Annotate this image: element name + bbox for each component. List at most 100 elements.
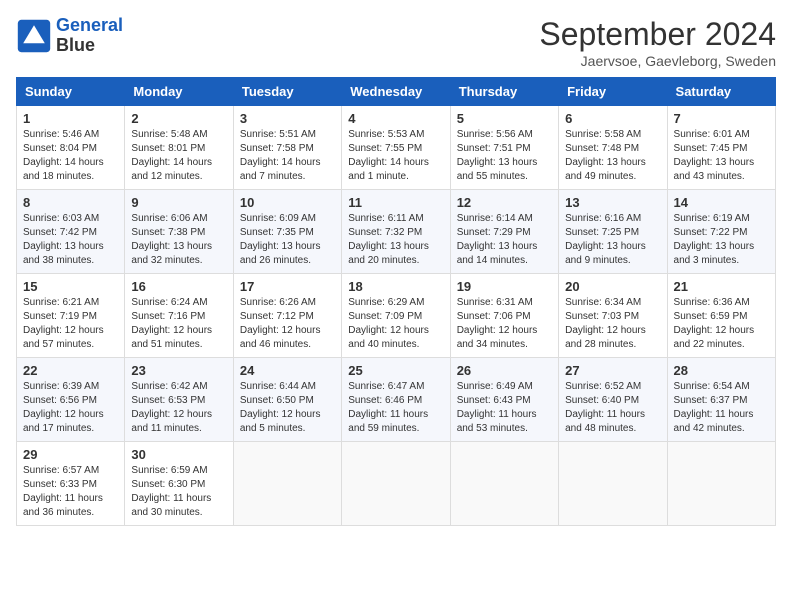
- calendar-cell: 27 Sunrise: 6:52 AM Sunset: 6:40 PM Dayli…: [559, 358, 667, 442]
- calendar-cell: 30 Sunrise: 6:59 AM Sunset: 6:30 PM Dayli…: [125, 442, 233, 526]
- calendar-cell: 22 Sunrise: 6:39 AM Sunset: 6:56 PM Dayli…: [17, 358, 125, 442]
- day-info: Sunrise: 6:49 AM Sunset: 6:43 PM Dayligh…: [457, 380, 552, 436]
- weekday-header: Monday: [125, 78, 233, 106]
- day-info: Sunrise: 6:42 AM Sunset: 6:53 PM Dayligh…: [131, 380, 226, 436]
- calendar-cell: 20 Sunrise: 6:34 AM Sunset: 7:03 PM Dayli…: [559, 274, 667, 358]
- calendar-cell: 21 Sunrise: 6:36 AM Sunset: 6:59 PM Dayli…: [667, 274, 775, 358]
- day-info: Sunrise: 6:26 AM Sunset: 7:12 PM Dayligh…: [240, 296, 335, 352]
- weekday-header: Saturday: [667, 78, 775, 106]
- day-number: 20: [565, 279, 660, 294]
- day-number: 13: [565, 195, 660, 210]
- day-info: Sunrise: 5:48 AM Sunset: 8:01 PM Dayligh…: [131, 128, 226, 184]
- day-number: 26: [457, 363, 552, 378]
- day-info: Sunrise: 5:58 AM Sunset: 7:48 PM Dayligh…: [565, 128, 660, 184]
- day-number: 6: [565, 111, 660, 126]
- calendar-cell: 10 Sunrise: 6:09 AM Sunset: 7:35 PM Dayli…: [233, 190, 341, 274]
- weekday-header: Thursday: [450, 78, 558, 106]
- calendar-cell: 7 Sunrise: 6:01 AM Sunset: 7:45 PM Daylig…: [667, 106, 775, 190]
- day-number: 3: [240, 111, 335, 126]
- day-info: Sunrise: 6:14 AM Sunset: 7:29 PM Dayligh…: [457, 212, 552, 268]
- day-info: Sunrise: 5:46 AM Sunset: 8:04 PM Dayligh…: [23, 128, 118, 184]
- calendar-cell: 14 Sunrise: 6:19 AM Sunset: 7:22 PM Dayli…: [667, 190, 775, 274]
- day-number: 14: [674, 195, 769, 210]
- day-number: 28: [674, 363, 769, 378]
- day-number: 7: [674, 111, 769, 126]
- day-info: Sunrise: 6:11 AM Sunset: 7:32 PM Dayligh…: [348, 212, 443, 268]
- day-number: 1: [23, 111, 118, 126]
- day-number: 10: [240, 195, 335, 210]
- day-info: Sunrise: 5:51 AM Sunset: 7:58 PM Dayligh…: [240, 128, 335, 184]
- day-number: 2: [131, 111, 226, 126]
- day-info: Sunrise: 6:47 AM Sunset: 6:46 PM Dayligh…: [348, 380, 443, 436]
- page-header: General Blue September 2024 Jaervsoe, Ga…: [16, 16, 776, 69]
- day-number: 21: [674, 279, 769, 294]
- calendar-cell: 9Sunrise: 6:06 AM Sunset: 7:38 PM Daylig…: [125, 190, 233, 274]
- calendar-cell: [450, 442, 558, 526]
- day-info: Sunrise: 6:39 AM Sunset: 6:56 PM Dayligh…: [23, 380, 118, 436]
- calendar-cell: 12 Sunrise: 6:14 AM Sunset: 7:29 PM Dayli…: [450, 190, 558, 274]
- calendar-cell: 24 Sunrise: 6:44 AM Sunset: 6:50 PM Dayli…: [233, 358, 341, 442]
- day-info: Sunrise: 6:24 AM Sunset: 7:16 PM Dayligh…: [131, 296, 226, 352]
- day-info: Sunrise: 6:57 AM Sunset: 6:33 PM Dayligh…: [23, 464, 118, 520]
- day-number: 5: [457, 111, 552, 126]
- calendar-cell: 5 Sunrise: 5:56 AM Sunset: 7:51 PM Daylig…: [450, 106, 558, 190]
- day-info: Sunrise: 6:01 AM Sunset: 7:45 PM Dayligh…: [674, 128, 769, 184]
- day-info: Sunrise: 6:16 AM Sunset: 7:25 PM Dayligh…: [565, 212, 660, 268]
- day-info: Sunrise: 6:44 AM Sunset: 6:50 PM Dayligh…: [240, 380, 335, 436]
- calendar-cell: 26 Sunrise: 6:49 AM Sunset: 6:43 PM Dayli…: [450, 358, 558, 442]
- day-number: 19: [457, 279, 552, 294]
- day-number: 17: [240, 279, 335, 294]
- calendar-cell: 25 Sunrise: 6:47 AM Sunset: 6:46 PM Dayli…: [342, 358, 450, 442]
- calendar-cell: [342, 442, 450, 526]
- calendar-week-row: 1 Sunrise: 5:46 AM Sunset: 8:04 PM Daylig…: [17, 106, 776, 190]
- day-info: Sunrise: 6:21 AM Sunset: 7:19 PM Dayligh…: [23, 296, 118, 352]
- day-info: Sunrise: 5:53 AM Sunset: 7:55 PM Dayligh…: [348, 128, 443, 184]
- day-info: Sunrise: 6:59 AM Sunset: 6:30 PM Dayligh…: [131, 464, 226, 520]
- day-info: Sunrise: 6:09 AM Sunset: 7:35 PM Dayligh…: [240, 212, 335, 268]
- calendar-cell: 23Sunrise: 6:42 AM Sunset: 6:53 PM Dayli…: [125, 358, 233, 442]
- calendar-cell: 15Sunrise: 6:21 AM Sunset: 7:19 PM Dayli…: [17, 274, 125, 358]
- day-info: Sunrise: 6:52 AM Sunset: 6:40 PM Dayligh…: [565, 380, 660, 436]
- day-info: Sunrise: 6:19 AM Sunset: 7:22 PM Dayligh…: [674, 212, 769, 268]
- calendar-week-row: 8 Sunrise: 6:03 AM Sunset: 7:42 PM Daylig…: [17, 190, 776, 274]
- weekday-header: Friday: [559, 78, 667, 106]
- calendar-cell: 11Sunrise: 6:11 AM Sunset: 7:32 PM Dayli…: [342, 190, 450, 274]
- day-info: Sunrise: 6:36 AM Sunset: 6:59 PM Dayligh…: [674, 296, 769, 352]
- logo: General Blue: [16, 16, 123, 56]
- calendar-body: 1 Sunrise: 5:46 AM Sunset: 8:04 PM Daylig…: [17, 106, 776, 526]
- calendar-cell: 4Sunrise: 5:53 AM Sunset: 7:55 PM Daylig…: [342, 106, 450, 190]
- calendar-week-row: 29 Sunrise: 6:57 AM Sunset: 6:33 PM Dayli…: [17, 442, 776, 526]
- day-info: Sunrise: 5:56 AM Sunset: 7:51 PM Dayligh…: [457, 128, 552, 184]
- title-block: September 2024 Jaervsoe, Gaevleborg, Swe…: [539, 16, 776, 69]
- weekday-header: Wednesday: [342, 78, 450, 106]
- day-info: Sunrise: 6:06 AM Sunset: 7:38 PM Dayligh…: [131, 212, 226, 268]
- calendar-header-row: SundayMondayTuesdayWednesdayThursdayFrid…: [17, 78, 776, 106]
- day-info: Sunrise: 6:34 AM Sunset: 7:03 PM Dayligh…: [565, 296, 660, 352]
- logo-text: General Blue: [56, 16, 123, 56]
- day-number: 12: [457, 195, 552, 210]
- calendar-cell: [667, 442, 775, 526]
- day-number: 22: [23, 363, 118, 378]
- weekday-header: Tuesday: [233, 78, 341, 106]
- calendar-cell: 13 Sunrise: 6:16 AM Sunset: 7:25 PM Dayli…: [559, 190, 667, 274]
- calendar-cell: 17 Sunrise: 6:26 AM Sunset: 7:12 PM Dayli…: [233, 274, 341, 358]
- calendar-cell: 29 Sunrise: 6:57 AM Sunset: 6:33 PM Dayli…: [17, 442, 125, 526]
- day-number: 29: [23, 447, 118, 462]
- month-title: September 2024: [539, 16, 776, 53]
- calendar-cell: [233, 442, 341, 526]
- calendar-cell: 1 Sunrise: 5:46 AM Sunset: 8:04 PM Daylig…: [17, 106, 125, 190]
- day-number: 25: [348, 363, 443, 378]
- calendar-week-row: 22 Sunrise: 6:39 AM Sunset: 6:56 PM Dayli…: [17, 358, 776, 442]
- weekday-header: Sunday: [17, 78, 125, 106]
- day-info: Sunrise: 6:31 AM Sunset: 7:06 PM Dayligh…: [457, 296, 552, 352]
- calendar-cell: 8 Sunrise: 6:03 AM Sunset: 7:42 PM Daylig…: [17, 190, 125, 274]
- day-info: Sunrise: 6:54 AM Sunset: 6:37 PM Dayligh…: [674, 380, 769, 436]
- day-number: 24: [240, 363, 335, 378]
- day-number: 8: [23, 195, 118, 210]
- day-number: 30: [131, 447, 226, 462]
- day-info: Sunrise: 6:03 AM Sunset: 7:42 PM Dayligh…: [23, 212, 118, 268]
- calendar-cell: 2 Sunrise: 5:48 AM Sunset: 8:01 PM Daylig…: [125, 106, 233, 190]
- day-number: 27: [565, 363, 660, 378]
- day-info: Sunrise: 6:29 AM Sunset: 7:09 PM Dayligh…: [348, 296, 443, 352]
- calendar-week-row: 15Sunrise: 6:21 AM Sunset: 7:19 PM Dayli…: [17, 274, 776, 358]
